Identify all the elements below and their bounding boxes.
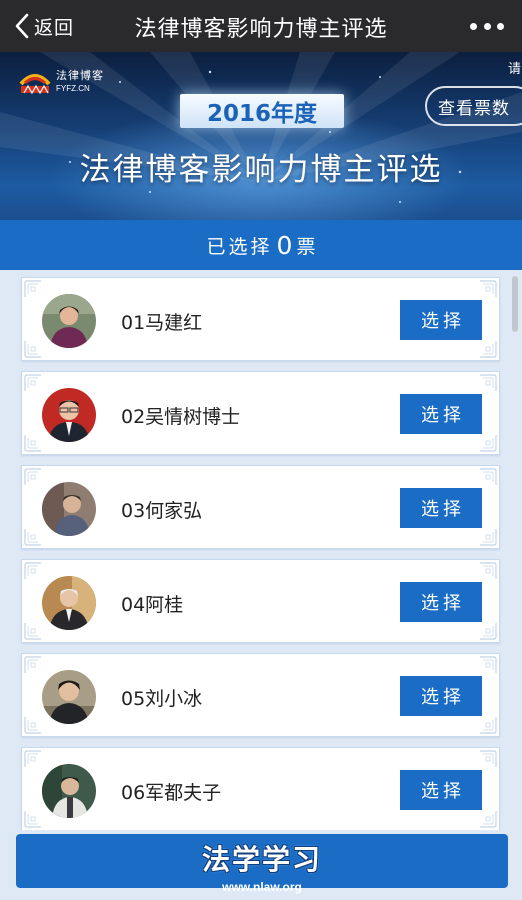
corner-ornament-icon bbox=[479, 562, 497, 580]
event-banner: 法律博客 FYFZ.CN 请 2016年度 法律博客影响力博主评选 查看票数 bbox=[0, 52, 522, 220]
candidate-avatar bbox=[42, 388, 96, 442]
candidate-avatar bbox=[42, 764, 96, 818]
corner-ornament-icon bbox=[479, 374, 497, 392]
candidate-card: 03何家弘 选择 bbox=[21, 465, 500, 549]
select-button[interactable]: 选择 bbox=[400, 488, 482, 528]
candidate-name: 02吴情树博士 bbox=[121, 406, 241, 428]
select-button[interactable]: 选择 bbox=[400, 394, 482, 434]
corner-ornament-icon bbox=[24, 280, 42, 298]
select-button[interactable]: 选择 bbox=[400, 770, 482, 810]
candidate-card: 02吴情树博士 选择 bbox=[21, 371, 500, 455]
page-title: 法律博客影响力博主评选 bbox=[134, 17, 388, 42]
banner-title: 法律博客影响力博主评选 bbox=[79, 152, 443, 188]
corner-ornament-icon bbox=[24, 434, 42, 452]
corner-ornament-icon bbox=[24, 716, 42, 734]
corner-ornament-icon bbox=[479, 656, 497, 674]
candidate-avatar bbox=[42, 294, 96, 348]
corner-ornament-icon bbox=[24, 528, 42, 546]
corner-ornament-icon bbox=[479, 280, 497, 298]
candidate-name: 04阿桂 bbox=[121, 594, 184, 616]
selected-count-bar: 已选择 0 票 bbox=[0, 220, 522, 270]
logo-text-en: FYFZ.CN bbox=[56, 83, 90, 93]
candidate-name: 01马建红 bbox=[121, 312, 203, 334]
corner-ornament-icon bbox=[24, 750, 42, 768]
corner-ornament-icon bbox=[479, 716, 497, 734]
corner-ornament-icon bbox=[479, 810, 497, 828]
year-label: 2016年度 bbox=[180, 94, 344, 128]
corner-ornament-icon bbox=[24, 374, 42, 392]
candidate-card: 04阿桂 选择 bbox=[21, 559, 500, 643]
logo-text-cn: 法律博客 bbox=[56, 68, 104, 82]
candidate-avatar bbox=[42, 576, 96, 630]
corner-ornament-icon bbox=[479, 340, 497, 358]
logo-icon bbox=[19, 74, 51, 95]
candidate-name: 03何家弘 bbox=[121, 500, 203, 522]
site-logo: 法律博客 FYFZ.CN bbox=[18, 66, 104, 96]
candidate-card: 01马建红 选择 bbox=[21, 277, 500, 361]
candidate-list[interactable]: 01马建红 选择 02吴情树博士 选择 03何家弘 选择 04阿桂 选择 05刘… bbox=[0, 270, 522, 830]
banner-corner-text: 请 bbox=[508, 62, 522, 77]
select-button[interactable]: 选择 bbox=[400, 676, 482, 716]
watermark-url: www.nlaw.org bbox=[222, 880, 302, 894]
candidate-avatar bbox=[42, 670, 96, 724]
top-nav-bar: 返回 法律博客影响力博主评选 bbox=[0, 0, 522, 52]
corner-ornament-icon bbox=[479, 468, 497, 486]
selected-count-label: 已选择 bbox=[206, 235, 273, 258]
candidate-card: 05刘小冰 选择 bbox=[21, 653, 500, 737]
candidate-card: 06军都夫子 选择 bbox=[21, 747, 500, 830]
corner-ornament-icon bbox=[24, 656, 42, 674]
corner-ornament-icon bbox=[24, 468, 42, 486]
view-votes-button[interactable]: 查看票数 bbox=[425, 86, 522, 126]
corner-ornament-icon bbox=[479, 528, 497, 546]
corner-ornament-icon bbox=[24, 622, 42, 640]
corner-ornament-icon bbox=[479, 750, 497, 768]
list-scrollbar[interactable] bbox=[512, 276, 518, 332]
corner-ornament-icon bbox=[24, 810, 42, 828]
corner-ornament-icon bbox=[24, 562, 42, 580]
select-button[interactable]: 选择 bbox=[400, 300, 482, 340]
candidate-name: 05刘小冰 bbox=[121, 688, 203, 710]
more-options-icon[interactable] bbox=[470, 13, 504, 39]
select-button[interactable]: 选择 bbox=[400, 582, 482, 622]
selected-count-value: 0 bbox=[276, 230, 293, 260]
selected-count-unit: 票 bbox=[296, 235, 316, 258]
corner-ornament-icon bbox=[24, 340, 42, 358]
watermark: 法学学习 www.nlaw.org bbox=[195, 838, 329, 894]
corner-ornament-icon bbox=[479, 434, 497, 452]
candidate-name: 06军都夫子 bbox=[121, 782, 222, 804]
watermark-title: 法学学习 bbox=[201, 843, 322, 876]
candidate-avatar bbox=[42, 482, 96, 536]
corner-ornament-icon bbox=[479, 622, 497, 640]
